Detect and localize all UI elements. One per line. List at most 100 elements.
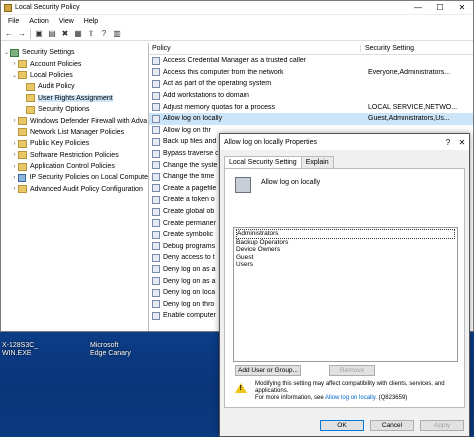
warning-prefix: For more information, see <box>255 395 326 401</box>
folder-icon <box>18 60 27 69</box>
policy-icon <box>152 207 160 216</box>
table-row[interactable]: Add workstations to domain <box>149 90 473 102</box>
policy-icon <box>152 103 160 112</box>
tree-item[interactable]: › Windows Defender Firewall with Adva <box>1 115 148 126</box>
tree-item[interactable]: › Account Policies <box>1 58 148 69</box>
policy-icon <box>152 300 160 309</box>
warning-line-2: For more information, see Allow log on l… <box>255 395 460 402</box>
delete-icon[interactable]: ✖ <box>60 29 70 39</box>
table-row[interactable]: Allow log on locally Guest,Administrators… <box>149 112 473 125</box>
expand-chevron-icon[interactable]: ⌄ <box>3 49 10 56</box>
help-icon[interactable]: ? <box>99 29 109 39</box>
tree-item-label: Windows Defender Firewall with Adva <box>30 117 148 125</box>
policy-icon <box>152 265 160 274</box>
table-row[interactable]: Access this computer from the network Eve… <box>149 67 473 79</box>
policy-name-cell: Access this computer from the network <box>162 68 284 76</box>
dialog-close-button[interactable]: ✕ <box>455 138 469 147</box>
expand-chevron-icon[interactable]: › <box>11 186 18 192</box>
menu-help[interactable]: Help <box>79 18 103 25</box>
policy-icon <box>152 149 160 158</box>
folder-icon <box>26 82 35 91</box>
back-icon[interactable]: ← <box>4 29 14 39</box>
list-item[interactable]: Device Owners <box>236 246 455 254</box>
console-icon[interactable]: ▥ <box>112 29 122 39</box>
help-link[interactable]: Allow log on locally <box>325 395 375 401</box>
dialog-help-button[interactable]: ? <box>441 138 455 147</box>
folder-icon <box>26 105 35 114</box>
expand-chevron-icon[interactable]: › <box>11 118 18 124</box>
cancel-button[interactable]: Cancel <box>370 420 414 431</box>
column-header-policy[interactable]: Policy <box>149 45 361 52</box>
export-list-icon[interactable]: ⇪ <box>86 29 96 39</box>
window-title: Local Security Policy <box>15 4 80 11</box>
expand-chevron-icon[interactable]: › <box>11 175 18 181</box>
expand-chevron-icon[interactable]: › <box>11 164 18 170</box>
tree-item[interactable]: ⌄ Local Policies <box>1 70 148 81</box>
folder-icon <box>18 117 27 126</box>
properties-icon[interactable]: ▦ <box>73 29 83 39</box>
menu-view[interactable]: View <box>54 18 79 25</box>
table-row[interactable]: Access Credential Manager as a trusted c… <box>149 55 473 67</box>
policy-icon <box>152 137 160 146</box>
policy-icon <box>152 172 160 181</box>
ok-button[interactable]: OK <box>320 420 364 431</box>
expand-chevron-icon[interactable]: › <box>11 61 18 67</box>
tree-item[interactable]: Security Options <box>1 104 148 115</box>
policy-icon <box>152 195 160 204</box>
list-item[interactable]: Users <box>236 261 455 269</box>
tree-item[interactable]: Network List Manager Policies <box>1 127 148 138</box>
tree-item[interactable]: Audit Policy <box>1 81 148 92</box>
folder-icon <box>18 139 27 148</box>
expand-chevron-icon[interactable]: › <box>11 152 18 158</box>
folder-icon <box>18 151 27 160</box>
toolbar: ← → ▣ ▤ ✖ ▦ ⇪ ? ▥ <box>1 27 473 41</box>
forward-icon[interactable]: → <box>17 29 27 39</box>
tree-item-label: IP Security Policies on Local Compute <box>29 174 148 182</box>
tree-item-label: Network List Manager Policies <box>30 128 125 136</box>
table-row[interactable]: Act as part of the operating system <box>149 78 473 90</box>
list-item[interactable]: Administrators <box>236 229 455 239</box>
tree-item-label: Security Settings <box>22 49 75 57</box>
table-row[interactable]: Adjust memory quotas for a process LOCAL … <box>149 101 473 113</box>
policy-computer-icon <box>235 177 251 193</box>
warning-line-1: Modifying this setting may affect compat… <box>255 381 445 394</box>
menu-action[interactable]: Action <box>24 18 53 25</box>
expand-chevron-icon[interactable]: ⌄ <box>11 72 18 79</box>
apply-button[interactable]: Apply <box>420 420 464 431</box>
list-item[interactable]: Backup Operators <box>236 239 455 247</box>
tree-item[interactable]: ⌄ Security Settings <box>1 47 148 58</box>
desktop-icon-edge-canary[interactable]: Microsoft Edge Canary <box>90 342 131 358</box>
warning-suffix: . (Q823659) <box>375 395 408 401</box>
maximize-button[interactable]: ☐ <box>429 3 451 12</box>
folder-icon <box>18 71 27 80</box>
expand-chevron-icon[interactable]: › <box>11 141 18 147</box>
minimize-button[interactable]: — <box>407 3 429 12</box>
tree-item[interactable]: User Rights Assignment <box>1 93 148 104</box>
up-folder-icon[interactable]: ▣ <box>34 29 44 39</box>
properties-dialog: Allow log on locally Properties ? ✕ Loca… <box>219 133 470 437</box>
remove-button[interactable]: Remove <box>329 365 375 376</box>
menu-file[interactable]: File <box>3 18 24 25</box>
show-hide-tree-icon[interactable]: ▤ <box>47 29 57 39</box>
column-header-security-setting[interactable]: Security Setting <box>361 45 414 52</box>
tree-item-label: Advanced Audit Policy Configuration <box>30 185 143 193</box>
policy-icon <box>152 79 160 88</box>
policy-icon <box>152 253 160 262</box>
close-button[interactable]: ✕ <box>451 3 473 12</box>
tree-item[interactable]: › Advanced Audit Policy Configuration <box>1 184 148 195</box>
tree-item[interactable]: › Software Restriction Policies <box>1 150 148 161</box>
policy-icon <box>152 68 160 77</box>
add-user-or-group-button[interactable]: Add User or Group... <box>235 365 301 376</box>
tree-item[interactable]: › IP Security Policies on Local Compute <box>1 172 148 183</box>
list-item[interactable]: Guest <box>236 254 455 262</box>
tab-explain[interactable]: Explain <box>300 156 334 168</box>
tree-item[interactable]: › Public Key Policies <box>1 138 148 149</box>
policy-name-cell: Allow log on locally <box>162 115 223 123</box>
folder-icon <box>18 185 27 194</box>
policy-icon <box>152 242 160 251</box>
desktop-icon-setup[interactable]: X-128S3C_ WIN.EXE <box>2 342 38 358</box>
tree-item[interactable]: › Application Control Policies <box>1 161 148 172</box>
app-icon <box>4 3 12 12</box>
users-list[interactable]: Administrators Backup Operators Device Own… <box>233 227 458 362</box>
tree-item-label: Account Policies <box>30 60 82 68</box>
